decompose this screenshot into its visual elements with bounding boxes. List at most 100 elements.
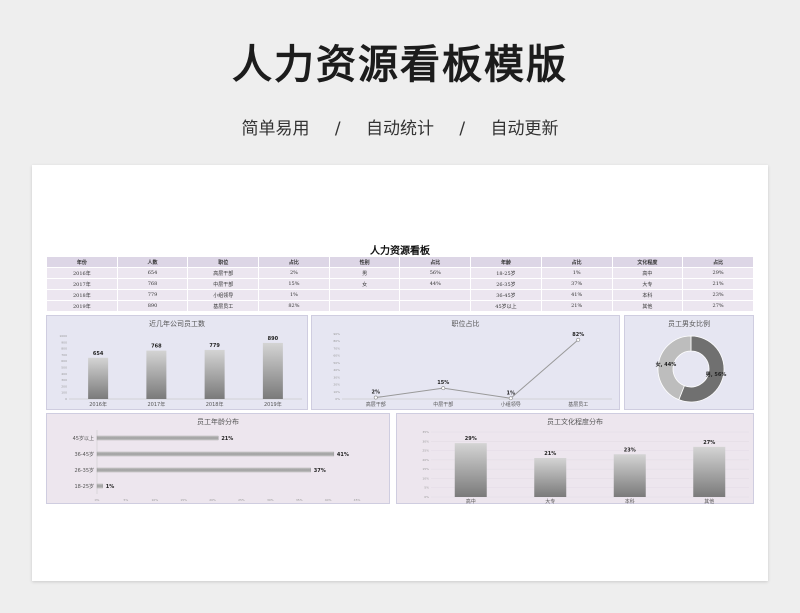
x-tick-label: 35% [296,498,303,502]
kpi-header-cell: 占比 [540,256,613,268]
kpi-cell: 本科 [611,289,684,301]
y-tick-label: 15% [422,467,429,471]
kpi-header-row: 年份 人数 职位 占比 性别 占比 年龄 占比 文化程度 占比 [46,256,754,268]
y-tick-label: 700 [61,353,67,357]
y-tick-label: 30% [333,375,340,379]
y-tick-label: 0% [424,495,429,499]
headcount-chart: 100090080070060050040030020010006542016年… [59,334,302,408]
bar [96,435,219,441]
kpi-cell [328,289,401,301]
y-tick-label: 100 [61,391,67,395]
bar [693,446,726,497]
category-label: 本科 [625,498,635,505]
y-tick-label: 10% [333,390,340,394]
feature-list: 简单易用 / 自动统计 / 自动更新 [0,114,800,139]
kpi-cell: 45岁以上 [470,300,542,312]
category-label: 中层干部 [433,401,453,408]
y-tick-label: 200 [61,384,67,388]
kpi-header-cell: 年份 [46,256,118,268]
kpi-cell: 21% [540,300,613,312]
kpi-cell: 27% [682,300,754,312]
kpi-cell: 女 [328,278,401,290]
y-tick-label: 40% [333,368,340,372]
kpi-cell: 2% [258,267,330,279]
bar [96,451,335,457]
y-tick-label: 0 [65,397,67,401]
bar [96,467,311,473]
category-label: 2018年 [206,401,224,408]
age-chart: 0% 5% 10% 15% 20% 25% 30% 35% 40% 45% 1% 18-25岁 37% 2… [73,430,360,502]
education-panel: 员工文化程度分布 35% 30% 25% 20% 15% 10% 5% 0% 29% 高中 21% 大… [396,413,754,505]
kpi-cell: 2019年 [46,300,118,312]
bar [96,483,103,489]
kpi-header-cell: 人数 [116,256,189,268]
y-tick-label: 300 [61,378,67,382]
education-chart: 35% 30% 25% 20% 15% 10% 5% 0% 29% 高中 21% 大专 23% 本科 27%… [422,430,749,505]
bar [454,443,487,497]
dashboard-sheet: 人力资源看板 年份 人数 职位 占比 性别 占比 年龄 占比 文化程度 占比 2016年 654 高层… [32,165,768,581]
data-point [576,337,581,342]
category-label: 2019年 [264,401,282,408]
category-label: 其他 [704,498,714,505]
kpi-cell: 29% [682,267,754,279]
age-chart-title: 员工年龄分布 [197,418,239,426]
kpi-cell: 890 [116,300,189,312]
kpi-cell: 2018年 [46,289,118,301]
category-label: 26-35岁 [74,467,94,474]
data-label: 654 [93,351,104,357]
y-tick-label: 400 [61,372,67,376]
category-label: 小组领导 [501,401,521,408]
age-panel: 员工年龄分布 0% 5% 10% 15% 20% 25% 30% 35% 40% 45% 1% 18-… [46,413,390,504]
kpi-cell: 2016年 [46,267,118,279]
category-label: 基层员工 [568,401,588,408]
kpi-header-cell: 占比 [258,256,330,268]
data-label: 2% [372,390,381,396]
position-panel: 职位占比 90% 80% 70% 60% 50% 40% 30% 20% 10% 0% 2% 高层干部… [311,315,620,410]
y-tick-label: 60% [333,354,340,358]
bar [613,454,646,497]
x-tick-label: 30% [267,498,274,502]
x-tick-label: 10% [151,498,158,502]
headcount-panel: 近几年公司员工数 1000 900 800 700 600 500 400 300 200 100… [46,315,308,410]
y-tick-label: 25% [422,449,429,453]
data-label: 1% [106,484,115,490]
kpi-cell: 大专 [611,278,684,290]
data-point [508,396,513,401]
kpi-cell: 1% [258,289,330,301]
y-tick-label: 900 [61,340,67,344]
feature-auto-stats: 自动统计 [366,119,434,139]
y-tick-label: 80% [333,339,340,343]
kpi-cell: 44% [399,278,472,290]
kpi-cell: 56% [399,267,472,279]
feature-separator: / [334,119,341,139]
kpi-header-cell: 年龄 [470,256,542,268]
kpi-header-cell: 占比 [682,256,754,268]
series-line [375,339,579,399]
education-chart-title: 员工文化程度分布 [547,418,603,426]
y-tick-label: 20% [333,383,340,387]
bar [146,350,167,399]
kpi-cell: 654 [116,267,189,279]
slice-label: 女, 44% [656,361,677,368]
kpi-cell: 41% [540,289,613,301]
kpi-cell: 高层干部 [187,267,260,279]
category-label: 高层干部 [366,401,386,408]
data-point [441,386,446,391]
feature-auto-update: 自动更新 [490,119,559,139]
kpi-cell: 2017年 [46,278,118,290]
x-tick-label: 40% [325,498,332,502]
y-tick-label: 1000 [59,334,67,338]
kpi-cell: 37% [540,278,613,290]
category-label: 45岁以上 [73,435,94,442]
slice-label: 男, 56% [705,371,727,378]
category-label: 2017年 [148,401,166,408]
data-label: 768 [151,344,162,350]
kpi-cell: 1% [540,267,613,279]
x-tick-label: 0% [95,498,100,502]
y-tick-label: 600 [61,359,67,363]
gender-panel: 员工男女比例 男, 56% 女, 44% [624,315,754,410]
y-tick-label: 500 [61,366,67,370]
kpi-cell: 23% [682,289,754,301]
x-tick-label: 20% [209,498,216,502]
kpi-row: 2017年 768 中层干部 15% 女 44% 26-35岁 37% 大专 21% [46,278,754,290]
